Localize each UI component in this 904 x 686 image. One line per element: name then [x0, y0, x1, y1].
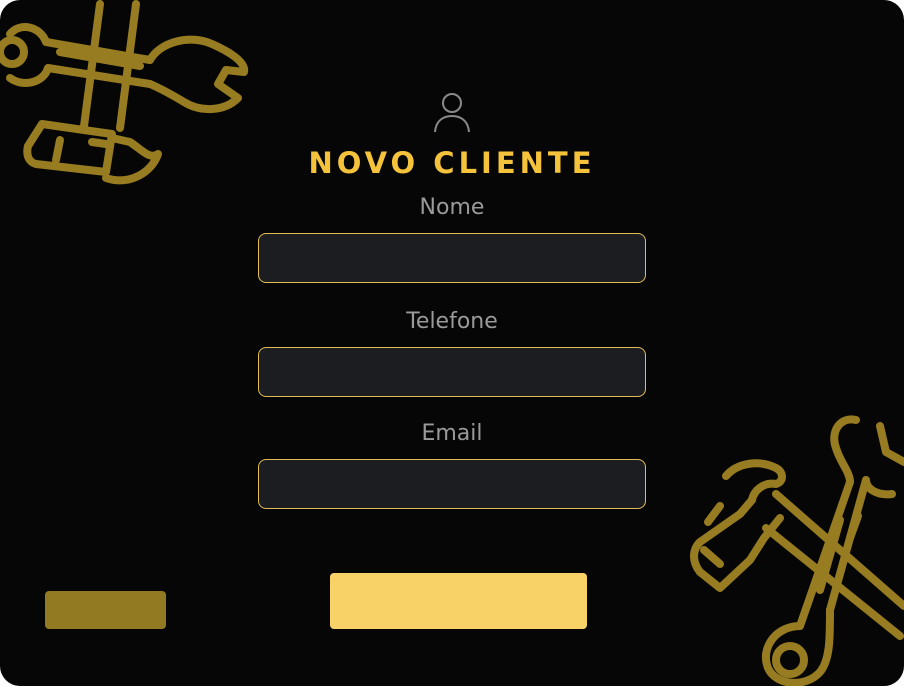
- back-button[interactable]: [45, 591, 166, 629]
- page-title: NOVO CLIENTE: [308, 146, 596, 180]
- save-button[interactable]: [330, 573, 587, 629]
- email-input[interactable]: [258, 459, 646, 509]
- name-label: Nome: [419, 195, 485, 220]
- email-label: Email: [421, 421, 483, 446]
- app-window: NOVO CLIENTE Nome Telefone Email: [0, 0, 904, 686]
- phone-label: Telefone: [406, 309, 498, 334]
- user-icon: [434, 93, 470, 133]
- phone-input[interactable]: [258, 347, 646, 397]
- tools-decoration-icon: [690, 415, 904, 686]
- name-input[interactable]: [258, 233, 646, 283]
